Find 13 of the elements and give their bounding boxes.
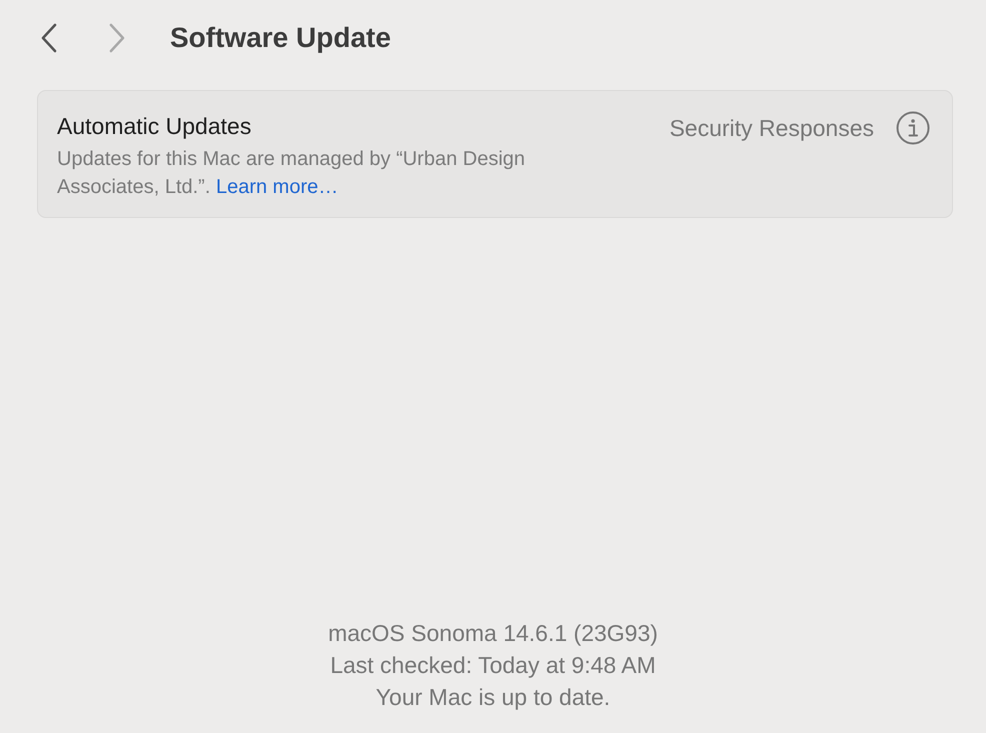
chevron-left-icon — [40, 23, 58, 53]
status-text: Last checked: Today at 9:48 AM — [330, 651, 656, 680]
chevron-right-icon — [108, 23, 126, 53]
learn-more-link[interactable]: Learn more… — [216, 176, 338, 198]
status-text: Your Mac is up to date. — [376, 683, 610, 712]
info-button[interactable] — [896, 111, 930, 145]
info-icon — [896, 111, 930, 145]
security-responses-label: Security Responses — [669, 114, 874, 143]
automatic-updates-title: Automatic Updates — [57, 112, 252, 141]
managed-updates-description: Updates for this Mac are managed by “Urban Design Associates, Ltd.”. Learn more… — [57, 147, 526, 200]
back-button[interactable] — [40, 23, 58, 53]
page-title: Software Update — [170, 22, 391, 54]
status-text: macOS Sonoma 14.6.1 (23G93) — [328, 619, 658, 648]
